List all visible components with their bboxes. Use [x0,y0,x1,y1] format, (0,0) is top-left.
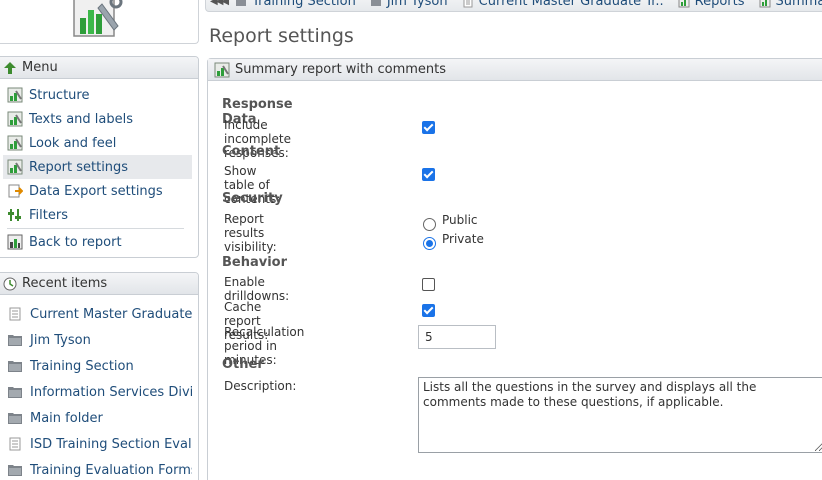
folder-icon [236,0,247,6]
enable-drilldowns-label: Enable drilldowns: [224,275,290,303]
recent-item[interactable]: Training Evaluation Forms [3,457,192,480]
breadcrumb-label: Jim Tyson [386,0,448,9]
menu-panel-header: Menu [0,57,198,79]
back-to-report-icon [7,234,23,250]
folder-icon [7,333,23,347]
report-settings-panel: Summary report with comments Response Da… [207,58,822,480]
breadcrumb-label: Training Section [252,0,356,9]
filters-icon [7,207,23,223]
include-incomplete-checkbox[interactable] [422,121,435,134]
report-title: Summary report with comments [235,62,447,77]
menu-item-label: Report settings [29,159,129,175]
recent-item-label: Main folder [30,410,103,426]
enable-drilldowns-checkbox[interactable] [422,278,435,291]
breadcrumb: ◀◀◀ Training Section Jim Tyson Current M… [205,0,822,12]
menu-item-look-feel[interactable]: Look and feel [3,131,192,155]
visibility-public-radio[interactable] [423,218,436,231]
recent-item-label: Information Services Divis.. [30,384,192,400]
recent-items-panel: Recent items Current Master Graduate Tr … [0,272,199,480]
folder-icon [370,0,381,6]
look-feel-icon [7,135,23,151]
menu-item-label: Back to report [29,234,122,250]
page-title: Report settings [209,25,354,47]
visibility-private-radio[interactable] [423,237,436,250]
recalc-period-input[interactable] [418,325,496,349]
reports-icon [759,0,771,7]
reports-icon [678,0,690,7]
survey-icon [7,307,23,321]
breadcrumb-label: Current Master Graduate Tr.. [478,0,664,9]
visibility-private-label: Private [442,232,484,246]
texts-labels-icon [7,111,23,127]
recent-item-label: Jim Tyson [30,332,91,348]
recent-items-header: Recent items [0,273,198,295]
recent-item-label: Current Master Graduate Tr [30,306,192,322]
recent-item[interactable]: ISD Training Section Evalu.. [3,431,192,457]
survey-icon [7,437,23,451]
survey-icon [463,0,473,7]
recent-item[interactable]: Training Section [3,353,192,379]
menu-panel: Menu Structure Texts and labels Look and… [0,56,199,258]
visibility-public-label: Public [442,213,478,227]
recent-item[interactable]: Main folder [3,405,192,431]
menu-item-structure[interactable]: Structure [3,83,192,107]
report-settings-header: Summary report with comments [208,59,822,81]
recent-item[interactable]: Jim Tyson [3,327,192,353]
menu-divider [7,228,184,229]
menu-item-back-to-report[interactable]: Back to report [3,230,192,254]
recent-item-label: Training Evaluation Forms [30,462,192,478]
menu-item-label: Structure [29,87,90,103]
breadcrumb-item-reports[interactable]: Reports [678,0,745,9]
recent-items-icon [3,277,17,291]
description-textarea[interactable]: Lists all the questions in the survey an… [418,377,822,453]
logo-area [0,0,199,44]
app-logo-icon [73,0,123,37]
menu-item-label: Data Export settings [29,183,163,199]
structure-icon [7,87,23,103]
menu-item-label: Look and feel [29,135,117,151]
folder-icon [7,385,23,399]
menu-arrow-icon [3,61,17,75]
breadcrumb-item-training-section[interactable]: Training Section [235,0,356,9]
folder-icon [7,411,23,425]
visibility-label: Report results visibility: [224,212,277,254]
back-arrows-icon[interactable]: ◀◀◀ [210,0,229,7]
recent-item-label: Training Section [30,358,134,374]
data-export-icon [7,183,23,199]
show-toc-checkbox[interactable] [422,168,435,181]
breadcrumb-label: Summary report with comments [775,0,822,9]
folder-icon [7,463,23,477]
report-settings-icon [7,159,23,175]
recent-item[interactable]: Information Services Divis.. [3,379,192,405]
folder-icon [7,359,23,373]
breadcrumb-label: Reports [694,0,745,9]
report-icon [214,62,230,78]
menu-item-label: Filters [29,207,68,223]
menu-item-label: Texts and labels [29,111,133,127]
breadcrumb-item-summary-report[interactable]: Summary report with comments [759,0,822,9]
section-content: Content [222,144,281,159]
recent-item-label: ISD Training Section Evalu.. [30,436,192,452]
menu-item-data-export[interactable]: Data Export settings [3,179,192,203]
menu-title: Menu [22,60,58,75]
menu-item-filters[interactable]: Filters [3,203,192,227]
recent-items-title: Recent items [22,276,108,291]
section-security: Security [222,191,283,206]
section-behavior: Behavior [222,255,288,270]
menu-item-texts-labels[interactable]: Texts and labels [3,107,192,131]
recent-item[interactable]: Current Master Graduate Tr [3,301,192,327]
breadcrumb-item-jim-tyson[interactable]: Jim Tyson [370,0,448,9]
cache-results-checkbox[interactable] [422,304,435,317]
description-label: Description: [224,379,297,393]
section-other: Other [222,357,264,372]
breadcrumb-item-survey[interactable]: Current Master Graduate Tr.. [462,0,664,9]
menu-item-report-settings[interactable]: Report settings [3,155,192,179]
